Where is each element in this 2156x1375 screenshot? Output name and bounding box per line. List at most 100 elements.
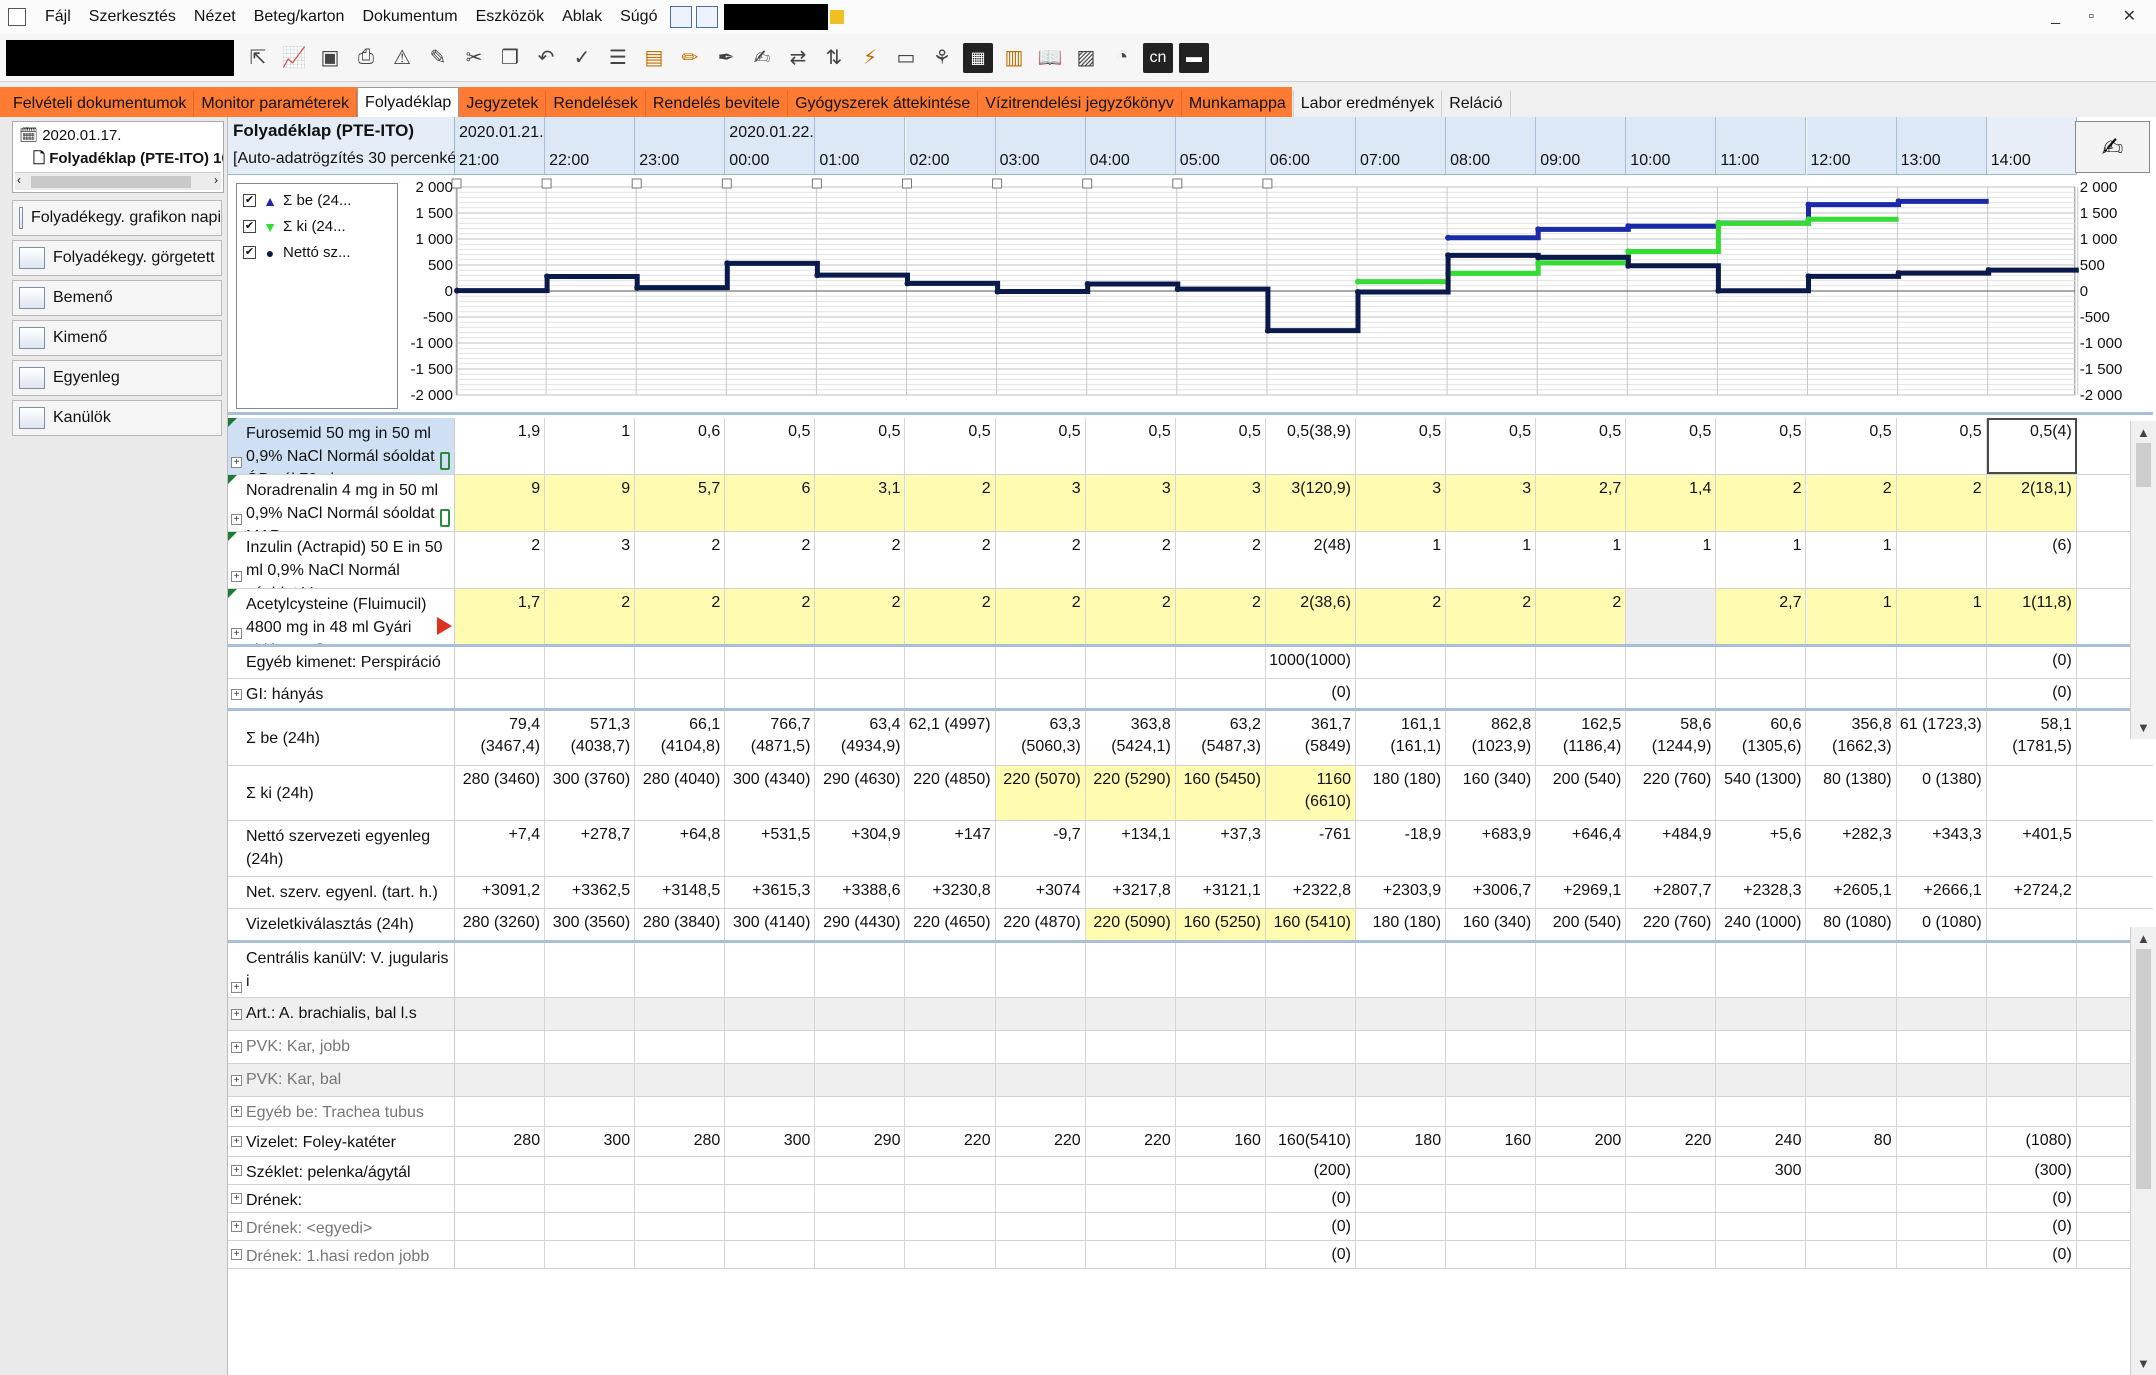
value-cell[interactable]: 220 bbox=[906, 1127, 996, 1156]
value-cell[interactable] bbox=[906, 1185, 996, 1212]
value-cell[interactable]: 5,7 bbox=[635, 475, 726, 531]
value-cell[interactable] bbox=[1987, 1097, 2077, 1126]
value-cell[interactable]: +3148,5 bbox=[635, 877, 726, 908]
value-cell[interactable]: 280 (3840) bbox=[635, 909, 726, 940]
value-cell[interactable] bbox=[1266, 1031, 1356, 1063]
value-cell[interactable]: 58,6 (1244,9) bbox=[1626, 711, 1717, 765]
value-cell[interactable] bbox=[1807, 943, 1897, 997]
value-cell[interactable]: +7,4 bbox=[455, 821, 546, 876]
value-cell[interactable] bbox=[1897, 1097, 1987, 1126]
value-cell[interactable] bbox=[1086, 1185, 1176, 1212]
form-icon[interactable]: ✍ bbox=[747, 43, 777, 73]
value-cell[interactable]: +401,5 bbox=[1987, 821, 2077, 876]
value-cell[interactable] bbox=[1987, 1031, 2077, 1063]
window-controls[interactable]: _ ▫ ✕ bbox=[2051, 6, 2148, 26]
value-cell[interactable]: 571,3 (4038,7) bbox=[545, 711, 636, 765]
value-cell[interactable]: 180 bbox=[1356, 1127, 1447, 1156]
value-cell[interactable] bbox=[455, 647, 546, 678]
value-cell[interactable] bbox=[1536, 1031, 1627, 1063]
value-cell[interactable]: 180 (180) bbox=[1356, 766, 1447, 820]
row-label[interactable]: Vizeletkiválasztás (24h) bbox=[228, 909, 455, 940]
expand-icon[interactable]: + bbox=[231, 1221, 242, 1232]
value-cell[interactable] bbox=[1987, 766, 2077, 820]
value-cell[interactable]: 160 (5250) bbox=[1175, 909, 1266, 940]
value-cell[interactable] bbox=[906, 1241, 996, 1268]
value-cell[interactable]: 2 bbox=[1086, 532, 1176, 588]
export-icon[interactable]: ⇱ bbox=[243, 43, 273, 73]
value-cell[interactable]: 0,5 bbox=[1176, 418, 1266, 474]
value-cell[interactable]: 1 bbox=[1806, 589, 1897, 644]
value-cell[interactable]: +3091,2 bbox=[455, 877, 546, 908]
value-cell[interactable] bbox=[1446, 679, 1537, 708]
value-cell[interactable] bbox=[1086, 943, 1176, 997]
value-cell[interactable]: 160 (5450) bbox=[1175, 766, 1266, 820]
value-cell[interactable]: 160 (340) bbox=[1446, 909, 1537, 940]
value-cell[interactable] bbox=[635, 1064, 726, 1096]
value-cell[interactable] bbox=[815, 1241, 906, 1268]
value-cell[interactable]: 200 (540) bbox=[1536, 909, 1627, 940]
edit-icon[interactable]: ✎ bbox=[423, 43, 453, 73]
value-cell[interactable]: 0,5 bbox=[815, 418, 906, 474]
row-label[interactable]: + Drének: bbox=[228, 1185, 455, 1212]
tab-2[interactable]: Folyadéklap bbox=[357, 87, 460, 117]
expand-icon[interactable]: + bbox=[231, 1193, 242, 1204]
value-cell[interactable]: 2 bbox=[725, 589, 816, 644]
value-cell[interactable]: 1,7 bbox=[455, 589, 546, 644]
tab-1[interactable]: Monitor paraméterek bbox=[194, 91, 358, 117]
value-cell[interactable]: 2 bbox=[1896, 475, 1987, 531]
value-cell[interactable] bbox=[545, 1185, 636, 1212]
value-cell[interactable]: 0,5 bbox=[1356, 418, 1447, 474]
value-cell[interactable] bbox=[996, 1064, 1086, 1096]
scroll-thumb[interactable] bbox=[2136, 949, 2151, 1189]
expand-icon[interactable]: + bbox=[231, 1041, 242, 1053]
value-cell[interactable] bbox=[545, 1213, 636, 1240]
value-cell[interactable] bbox=[1356, 1213, 1447, 1240]
scroll-down-icon[interactable]: ▼ bbox=[2137, 1356, 2150, 1371]
value-cell[interactable] bbox=[1897, 1031, 1987, 1063]
value-cell[interactable] bbox=[1626, 943, 1717, 997]
value-cell[interactable] bbox=[1716, 943, 1807, 997]
value-cell[interactable] bbox=[455, 998, 546, 1030]
value-cell[interactable]: 60,6 (1305,6) bbox=[1716, 711, 1807, 765]
value-cell[interactable] bbox=[1356, 1157, 1447, 1184]
value-cell[interactable]: +3006,7 bbox=[1446, 877, 1537, 908]
value-cell[interactable]: (6) bbox=[1987, 532, 2077, 588]
value-cell[interactable] bbox=[1807, 1213, 1897, 1240]
value-cell[interactable]: -9,7 bbox=[996, 821, 1086, 876]
value-cell[interactable] bbox=[1356, 647, 1447, 678]
value-cell[interactable] bbox=[545, 679, 636, 708]
value-cell[interactable]: 3 bbox=[545, 532, 636, 588]
row-label[interactable]: + Noradrenalin 4 mg in 50 ml 0,9% NaCl No… bbox=[228, 475, 455, 531]
value-cell[interactable]: 63,4 (4934,9) bbox=[815, 711, 906, 765]
value-cell[interactable]: +3615,3 bbox=[725, 877, 816, 908]
value-cell[interactable] bbox=[906, 1064, 996, 1096]
value-cell[interactable]: (200) bbox=[1266, 1157, 1356, 1184]
expand-icon[interactable]: + bbox=[231, 457, 242, 468]
value-cell[interactable]: +2724,2 bbox=[1987, 877, 2077, 908]
value-cell[interactable]: 180 (180) bbox=[1356, 909, 1447, 940]
value-cell[interactable]: 2 bbox=[996, 532, 1086, 588]
highlighter-icon[interactable]: ✏ bbox=[675, 43, 705, 73]
value-cell[interactable]: 80 (1080) bbox=[1807, 909, 1897, 940]
row-label[interactable]: + Széklet: pelenka/ágytál bbox=[228, 1157, 455, 1184]
book-icon[interactable]: 📖 bbox=[1035, 43, 1065, 73]
value-cell[interactable] bbox=[545, 943, 636, 997]
value-cell[interactable]: 62,1 (4997) bbox=[906, 711, 996, 765]
value-cell[interactable] bbox=[996, 998, 1086, 1030]
value-cell[interactable] bbox=[1086, 1213, 1176, 1240]
cut-icon[interactable]: ✂ bbox=[459, 43, 489, 73]
tree-icon[interactable]: ⚘ bbox=[927, 43, 957, 73]
value-cell[interactable] bbox=[815, 943, 906, 997]
value-cell[interactable] bbox=[1716, 1064, 1807, 1096]
expand-icon[interactable]: + bbox=[231, 982, 242, 993]
tree-document[interactable]: 🗋 Folyadéklap (PTE-ITO) 10: bbox=[33, 148, 223, 173]
expand-icon[interactable]: + bbox=[231, 1165, 242, 1176]
value-cell[interactable]: 9 bbox=[455, 475, 546, 531]
column-header-0[interactable]: 2020.01.21. 21:00 bbox=[455, 117, 546, 175]
value-cell[interactable] bbox=[1897, 532, 1987, 588]
value-cell[interactable] bbox=[725, 1185, 816, 1212]
value-cell[interactable] bbox=[996, 1157, 1086, 1184]
value-cell[interactable]: 2 bbox=[995, 589, 1086, 644]
sign-sheet-button[interactable]: ✍ bbox=[2075, 121, 2150, 173]
value-cell[interactable]: +3388,6 bbox=[815, 877, 906, 908]
